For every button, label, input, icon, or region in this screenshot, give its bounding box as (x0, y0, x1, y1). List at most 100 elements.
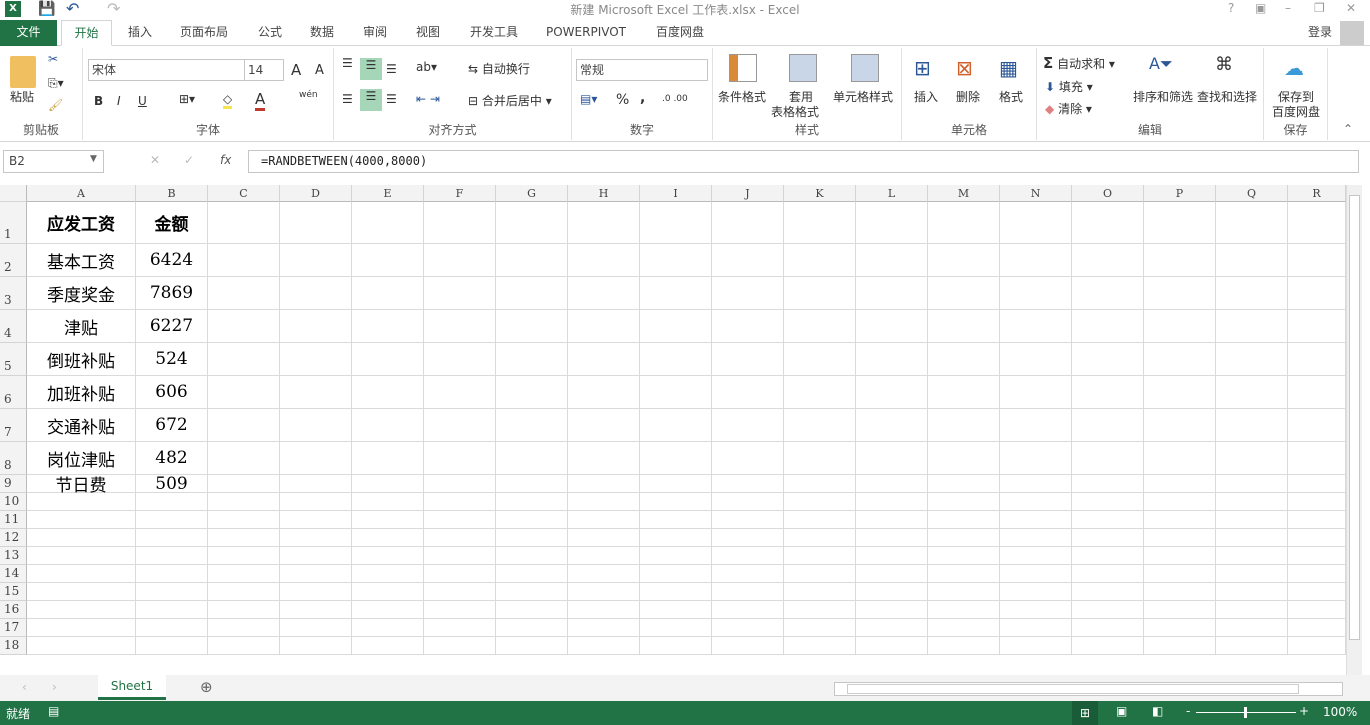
cell-B14[interactable] (136, 565, 208, 583)
cell-R13[interactable] (1288, 547, 1346, 565)
cell-R16[interactable] (1288, 601, 1346, 619)
row-header-13[interactable]: 13 (0, 547, 27, 565)
cell-J14[interactable] (712, 565, 784, 583)
fill-color-icon[interactable]: ◇ (223, 92, 233, 109)
cell-Q4[interactable] (1216, 310, 1288, 343)
cell-R15[interactable] (1288, 583, 1346, 601)
delete-cells-button[interactable]: 删除 (956, 88, 980, 105)
cell-I15[interactable] (640, 583, 712, 601)
cell-G7[interactable] (496, 409, 568, 442)
fill-button[interactable]: ⬇ 填充 ▾ (1045, 78, 1093, 95)
grow-font-button[interactable]: A (291, 61, 301, 79)
cell-M8[interactable] (928, 442, 1000, 475)
cell-B16[interactable] (136, 601, 208, 619)
cell-N2[interactable] (1000, 244, 1072, 277)
cell-E3[interactable] (352, 277, 424, 310)
page-break-view-icon[interactable]: ◧ (1152, 704, 1163, 718)
cell-O7[interactable] (1072, 409, 1144, 442)
cell-I2[interactable] (640, 244, 712, 277)
cell-F2[interactable] (424, 244, 496, 277)
row-header-18[interactable]: 18 (0, 637, 27, 655)
cell-P3[interactable] (1144, 277, 1216, 310)
cell-D11[interactable] (280, 511, 352, 529)
cell-D13[interactable] (280, 547, 352, 565)
row-header-4[interactable]: 4 (0, 310, 27, 343)
cell-F18[interactable] (424, 637, 496, 655)
cell-F10[interactable] (424, 493, 496, 511)
cell-R2[interactable] (1288, 244, 1346, 277)
page-layout-view-icon[interactable]: ▣ (1116, 704, 1127, 718)
cell-G14[interactable] (496, 565, 568, 583)
cell-A2[interactable]: 基本工资 (27, 244, 136, 277)
minimize-button[interactable]: – (1285, 1, 1291, 15)
cell-P4[interactable] (1144, 310, 1216, 343)
find-select-button[interactable]: 查找和选择 (1197, 88, 1257, 105)
cell-J17[interactable] (712, 619, 784, 637)
cell-O15[interactable] (1072, 583, 1144, 601)
cell-B3[interactable]: 7869 (136, 277, 208, 310)
cell-O9[interactable] (1072, 475, 1144, 493)
cell-M9[interactable] (928, 475, 1000, 493)
cell-Q5[interactable] (1216, 343, 1288, 376)
cell-C1[interactable] (208, 202, 280, 244)
cell-L8[interactable] (856, 442, 928, 475)
cell-I5[interactable] (640, 343, 712, 376)
column-header-C[interactable]: C (208, 185, 280, 202)
cell-K17[interactable] (784, 619, 856, 637)
cell-H12[interactable] (568, 529, 640, 547)
cell-R10[interactable] (1288, 493, 1346, 511)
conditional-format-button[interactable]: 条件格式 (718, 88, 766, 105)
cell-M3[interactable] (928, 277, 1000, 310)
cell-R7[interactable] (1288, 409, 1346, 442)
avatar[interactable] (1340, 21, 1364, 45)
cell-F17[interactable] (424, 619, 496, 637)
align-left-icon[interactable]: ☰ (342, 92, 353, 106)
cell-A14[interactable] (27, 565, 136, 583)
cell-I8[interactable] (640, 442, 712, 475)
restore-button[interactable]: ❐ (1314, 1, 1325, 15)
format-painter-icon[interactable]: 🖌 (48, 98, 63, 112)
cell-J12[interactable] (712, 529, 784, 547)
cell-E12[interactable] (352, 529, 424, 547)
column-header-L[interactable]: L (856, 185, 928, 202)
cell-B7[interactable]: 672 (136, 409, 208, 442)
cell-D6[interactable] (280, 376, 352, 409)
number-format-select[interactable]: 常规 (576, 59, 708, 81)
cell-H6[interactable] (568, 376, 640, 409)
cell-H10[interactable] (568, 493, 640, 511)
cell-K7[interactable] (784, 409, 856, 442)
cell-F4[interactable] (424, 310, 496, 343)
cell-M6[interactable] (928, 376, 1000, 409)
percent-button[interactable]: % (616, 92, 629, 108)
name-box[interactable]: B2 (3, 150, 104, 173)
cell-G15[interactable] (496, 583, 568, 601)
border-icon[interactable]: ⊞▾ (179, 92, 195, 106)
cell-H7[interactable] (568, 409, 640, 442)
cell-E16[interactable] (352, 601, 424, 619)
paste-icon[interactable] (10, 56, 36, 88)
cell-C15[interactable] (208, 583, 280, 601)
cell-O2[interactable] (1072, 244, 1144, 277)
cell-M2[interactable] (928, 244, 1000, 277)
cell-R9[interactable] (1288, 475, 1346, 493)
login-link[interactable]: 登录 (1300, 20, 1340, 46)
cell-D8[interactable] (280, 442, 352, 475)
cell-K16[interactable] (784, 601, 856, 619)
cell-I7[interactable] (640, 409, 712, 442)
cell-K8[interactable] (784, 442, 856, 475)
cell-D1[interactable] (280, 202, 352, 244)
cell-Q1[interactable] (1216, 202, 1288, 244)
cell-J18[interactable] (712, 637, 784, 655)
cell-Q7[interactable] (1216, 409, 1288, 442)
cell-Q10[interactable] (1216, 493, 1288, 511)
cell-J4[interactable] (712, 310, 784, 343)
cell-H8[interactable] (568, 442, 640, 475)
vertical-scroll-thumb[interactable] (1349, 195, 1360, 640)
cell-A6[interactable]: 加班补贴 (27, 376, 136, 409)
cell-O6[interactable] (1072, 376, 1144, 409)
cell-K2[interactable] (784, 244, 856, 277)
column-header-K[interactable]: K (784, 185, 856, 202)
cell-L12[interactable] (856, 529, 928, 547)
cell-M10[interactable] (928, 493, 1000, 511)
enter-icon[interactable]: ✓ (184, 153, 194, 167)
